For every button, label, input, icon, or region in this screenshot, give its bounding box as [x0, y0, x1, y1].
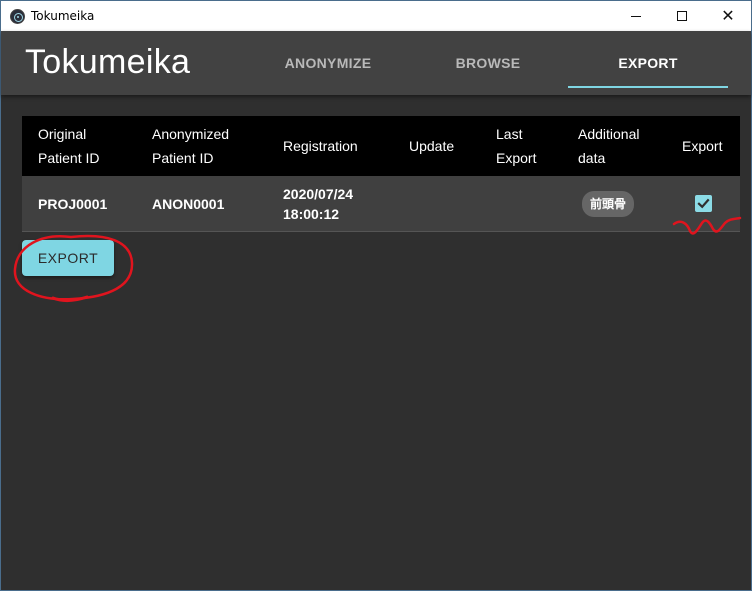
close-icon: ✕ [721, 6, 735, 25]
header-anonymized-patient-id: Anonymized Patient ID [152, 126, 230, 166]
active-tab-indicator [568, 86, 728, 88]
export-table: Original Patient ID Anonymized Patient I… [22, 116, 740, 232]
table-header: Original Patient ID Anonymized Patient I… [22, 116, 740, 176]
minimize-button[interactable] [613, 1, 659, 31]
window-title-bar[interactable]: Tokumeika ✕ [1, 1, 751, 31]
checkmark-icon [697, 198, 710, 209]
window-title: Tokumeika [31, 9, 95, 23]
header-export: Export [682, 138, 723, 154]
header-original-patient-id: Original Patient ID [38, 126, 100, 166]
cell-registration: 2020/07/24 18:00:12 [283, 186, 354, 222]
export-button[interactable]: EXPORT [22, 240, 114, 276]
app-header: Tokumeika ANONYMIZE BROWSE EXPORT [1, 31, 751, 95]
header-last-export: Last Export [496, 126, 537, 166]
tab-browse[interactable]: BROWSE [408, 31, 568, 95]
app-logo-icon [10, 9, 25, 24]
maximize-icon [677, 11, 687, 21]
table-row[interactable]: PROJ0001 ANON0001 2020/07/24 18:00:12 前頭… [22, 176, 740, 232]
app-window: Tokumeika ✕ Tokumeika ANONYMIZE BROWSE E… [0, 0, 752, 591]
close-button[interactable]: ✕ [705, 1, 751, 31]
cell-anonymized-patient-id: ANON0001 [152, 196, 225, 212]
tab-anonymize[interactable]: ANONYMIZE [248, 31, 408, 95]
additional-data-chip[interactable]: 前頭骨 [582, 191, 635, 217]
annotation-underline-stroke [51, 295, 89, 302]
minimize-icon [631, 15, 641, 17]
app-brand-title: Tokumeika [25, 43, 191, 81]
cell-original-patient-id: PROJ0001 [38, 196, 108, 212]
cell-additional-data: 前頭骨 [582, 176, 635, 232]
maximize-button[interactable] [659, 1, 705, 31]
header-registration: Registration [283, 138, 358, 154]
export-checkbox[interactable] [695, 195, 712, 212]
header-update: Update [409, 138, 455, 154]
header-additional-data: Additional data [578, 126, 640, 166]
